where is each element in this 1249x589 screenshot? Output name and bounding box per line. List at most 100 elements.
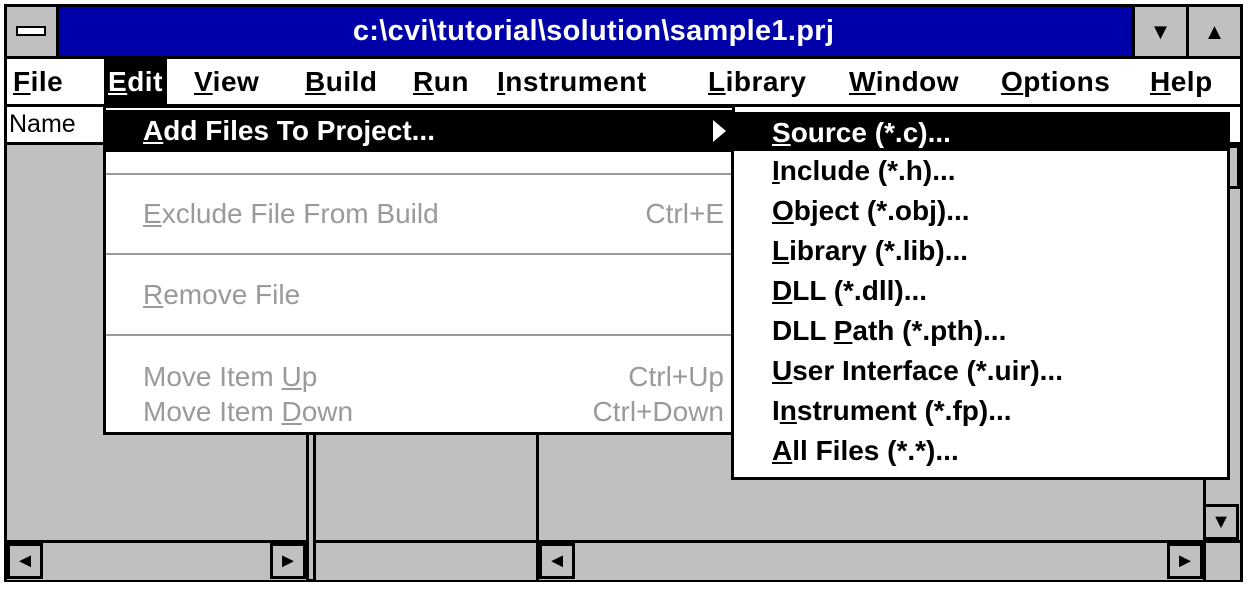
right-horizontal-scrollbar[interactable]: ◄ ► [539, 540, 1203, 580]
menu-separator [106, 253, 732, 255]
scroll-left-button[interactable]: ◄ [7, 543, 43, 579]
submenu-all-files-label: ll Files (*.*)... [792, 435, 959, 466]
right-arrow-icon: ► [1175, 549, 1195, 572]
scroll-right-button[interactable]: ► [270, 543, 306, 579]
exclude-label: Exclude File From Build [143, 193, 439, 235]
submenu-item-dll-path[interactable]: DLL Path (*.pth)... [734, 313, 1227, 349]
submenu-item-user-interface[interactable]: User Interface (*.uir)... [734, 353, 1227, 389]
system-menu-button[interactable] [7, 7, 59, 56]
menu-file-mnemonic: F [13, 66, 31, 97]
move-item-down-item[interactable]: Move Item Down Ctrl+Down [106, 391, 732, 433]
submenu-instrument-label: strument (*.fp)... [796, 395, 1012, 426]
submenu-source-label: ource (*.c)... [790, 117, 951, 148]
submenu-dll-path-pre: DLL [772, 315, 834, 346]
submenu-item-all-files[interactable]: All Files (*.*)... [734, 433, 1227, 469]
menu-run-mnemonic: R [413, 66, 434, 97]
submenu-item-source[interactable]: Source (*.c)... [734, 115, 1227, 151]
menu-instrument[interactable]: Instrument [493, 59, 651, 104]
submenu-item-dll[interactable]: DLL (*.dll)... [734, 273, 1227, 309]
menu-view-mnemonic: V [194, 66, 213, 97]
menu-library[interactable]: Library [704, 59, 810, 104]
scrollbar-corner [1203, 540, 1240, 580]
menu-bar: File Edit View Build Run Instrument Libr… [7, 59, 1240, 107]
move-down-label: Move Item Down [143, 391, 353, 433]
submenu-item-object[interactable]: Object (*.obj)... [734, 193, 1227, 229]
move-up-text: p [301, 361, 318, 392]
menu-file[interactable]: File [9, 59, 67, 104]
menu-library-label: ibrary [725, 66, 807, 97]
scroll-down-button[interactable]: ▼ [1203, 504, 1239, 540]
menu-separator [106, 173, 732, 175]
menu-separator [106, 334, 732, 336]
scroll-left-button[interactable]: ◄ [539, 543, 575, 579]
menu-options-label: ptions [1023, 66, 1111, 97]
menu-view[interactable]: View [190, 59, 263, 104]
submenu-include-label: nclude (*.h)... [779, 155, 956, 186]
exclude-mnemonic: E [143, 198, 162, 229]
remove-file-item[interactable]: Remove File [106, 274, 732, 316]
menu-build[interactable]: Build [301, 59, 382, 104]
menu-file-label: ile [30, 66, 64, 97]
menu-window[interactable]: Window [845, 59, 963, 104]
move-down-mnemonic: D [281, 396, 302, 427]
remove-mnemonic: R [143, 279, 164, 310]
submenu-item-instrument[interactable]: Instrument (*.fp)... [734, 393, 1227, 429]
scroll-right-button[interactable]: ► [1167, 543, 1203, 579]
add-files-text: dd Files To Project... [163, 115, 435, 146]
system-menu-icon [16, 26, 46, 36]
edit-menu-dropdown: Add Files To Project... Exclude File Fro… [103, 105, 735, 435]
window-title: c:\cvi\tutorial\solution\sample1.prj [352, 15, 835, 47]
submenu-library-mnemonic: L [772, 235, 790, 266]
minimize-button[interactable]: ▼ [1132, 7, 1186, 56]
remove-text: emove File [163, 279, 301, 310]
submenu-dll-path-label: ath (*.pth)... [852, 315, 1007, 346]
submenu-uir-label: ser Interface (*.uir)... [792, 355, 1063, 386]
left-horizontal-scrollbar[interactable]: ◄ ► [7, 540, 306, 580]
down-arrow-icon: ▼ [1211, 510, 1231, 533]
move-up-pre: Move Item [143, 361, 282, 392]
move-down-pre: Move Item [143, 396, 282, 427]
submenu-all-files-mnemonic: A [772, 435, 793, 466]
move-up-mnemonic: U [281, 361, 302, 392]
menu-build-label: uild [325, 66, 378, 97]
menu-help[interactable]: Help [1146, 59, 1217, 104]
add-files-mnemonic: A [143, 115, 164, 146]
exclude-shortcut: Ctrl+E [645, 198, 724, 229]
add-files-submenu: Source (*.c)... Include (*.h)... Object … [731, 112, 1230, 480]
left-arrow-icon: ◄ [15, 549, 35, 572]
submenu-instrument-pre: I [772, 395, 780, 426]
submenu-instrument-mnemonic: n [779, 395, 797, 426]
submenu-source-mnemonic: S [772, 117, 791, 148]
move-down-shortcut: Ctrl+Down [592, 396, 724, 427]
menu-library-mnemonic: L [708, 66, 726, 97]
submenu-item-include[interactable]: Include (*.h)... [734, 153, 1227, 189]
add-files-label: Add Files To Project... [143, 110, 435, 152]
submenu-uir-mnemonic: U [772, 355, 793, 386]
menu-edit-label: dit [127, 66, 163, 97]
middle-horizontal-scrollbar[interactable] [316, 540, 536, 580]
menu-run[interactable]: Run [409, 59, 473, 104]
menu-view-label: iew [212, 66, 260, 97]
submenu-arrow-icon [713, 120, 726, 142]
title-bar[interactable]: c:\cvi\tutorial\solution\sample1.prj ▼ ▲ [7, 7, 1240, 59]
left-arrow-icon: ◄ [547, 549, 567, 572]
menu-edit[interactable]: Edit [104, 59, 167, 104]
submenu-dll-label: LL (*.dll)... [792, 275, 928, 306]
submenu-dll-path-mnemonic: P [833, 315, 853, 346]
submenu-library-label: ibrary (*.lib)... [789, 235, 969, 266]
submenu-include-mnemonic: I [772, 155, 780, 186]
add-files-to-project-item[interactable]: Add Files To Project... [106, 110, 732, 152]
exclude-file-from-build-item[interactable]: Exclude File From Build Ctrl+E [106, 193, 732, 235]
menu-options-mnemonic: O [1001, 66, 1024, 97]
submenu-item-library[interactable]: Library (*.lib)... [734, 233, 1227, 269]
move-down-text: own [301, 396, 354, 427]
column-header-name[interactable]: Name [9, 107, 76, 141]
submenu-object-mnemonic: O [772, 195, 794, 226]
submenu-object-label: bject (*.obj)... [793, 195, 970, 226]
right-arrow-icon: ► [278, 549, 298, 572]
minimize-icon: ▼ [1149, 18, 1172, 44]
maximize-button[interactable]: ▲ [1186, 7, 1240, 56]
menu-build-mnemonic: B [305, 66, 326, 97]
remove-label: Remove File [143, 274, 300, 316]
menu-options[interactable]: Options [997, 59, 1114, 104]
